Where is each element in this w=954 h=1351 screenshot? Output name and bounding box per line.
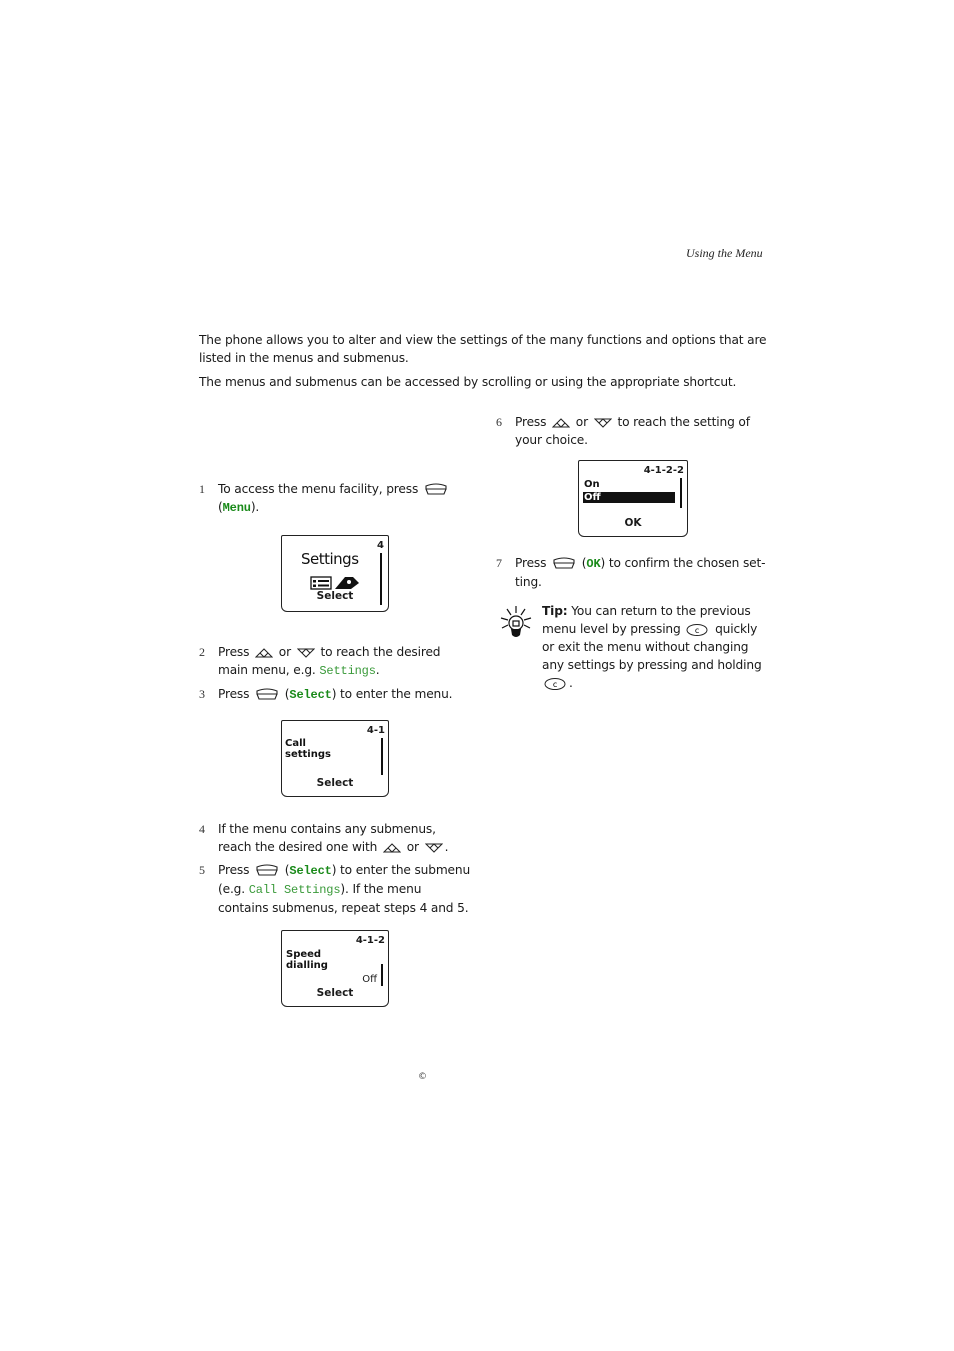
- menu-path: 4-1-2: [355, 935, 385, 946]
- intro-paragraph-1: The phone allows you to alter and view t…: [199, 333, 767, 365]
- running-head: Using the Menu: [686, 246, 763, 260]
- phone-screen-settings: Settings 4 Select: [281, 535, 389, 612]
- step-1: 1 To access the menu facility, press (Me…: [199, 480, 459, 517]
- softkey-icon: [256, 864, 278, 876]
- lightbulb-icon: [500, 606, 532, 637]
- select-keyword: Select: [289, 864, 332, 878]
- tip-label: Tip:: [542, 604, 568, 618]
- settings-keyword: Settings: [319, 664, 376, 678]
- softkey-label: OK: [624, 517, 642, 529]
- settings-icon: [310, 576, 359, 590]
- menu-path: 4-1: [366, 725, 385, 736]
- step-2: 2 Press or to reach the desired main men…: [199, 645, 441, 678]
- step-4: 4 If the menu contains any submenus, rea…: [199, 822, 449, 854]
- screen-line-2: dialling: [286, 960, 328, 971]
- menu-keyword: Menu: [222, 501, 251, 515]
- step-number: 1: [199, 482, 205, 496]
- screen-title: Settings: [301, 550, 359, 568]
- scroll-down-icon: [297, 648, 315, 658]
- screen-line-1: Call: [285, 738, 306, 749]
- phone-screen-on-off: On Off 4-1-2-2 OK: [578, 460, 688, 537]
- menu-path: 4-1-2-2: [643, 465, 684, 476]
- tip-note: Tip: You can return to the previous menu…: [542, 604, 762, 690]
- screen-line-2: settings: [285, 749, 331, 760]
- select-keyword: Select: [289, 688, 332, 702]
- intro-paragraph-2: The menus and submenus can be accessed b…: [199, 375, 737, 389]
- softkey-label: Select: [316, 777, 354, 789]
- step-6: 6 Press or to reach the setting of your …: [496, 415, 750, 447]
- menu-path: 4: [377, 540, 384, 551]
- scroll-bar: [680, 478, 682, 508]
- step-5: 5 Press (Select) to enter the submenu (e…: [199, 863, 471, 915]
- scroll-bar: [381, 964, 383, 986]
- scroll-bar: [381, 738, 383, 775]
- scroll-up-icon: [255, 648, 273, 658]
- softkey-label: Select: [316, 590, 354, 602]
- scroll-up-icon: [552, 418, 570, 428]
- scroll-up-icon: [383, 843, 401, 853]
- scroll-down-icon: [425, 843, 443, 853]
- scroll-bar: [380, 553, 382, 605]
- softkey-icon: [553, 557, 575, 569]
- option-on: On: [584, 479, 600, 490]
- screen-line-1: Speed: [286, 949, 322, 960]
- setting-value: Off: [362, 974, 377, 985]
- ok-keyword: OK: [586, 557, 601, 571]
- scroll-down-icon: [594, 418, 612, 428]
- softkey-label: Select: [316, 987, 354, 999]
- copyright-mark: ©: [418, 1072, 427, 1082]
- step-7: 7 Press (OK) to confirm the chosen set-t…: [496, 556, 766, 589]
- softkey-icon: [425, 483, 447, 495]
- step-3: 3 Press (Select) to enter the menu.: [199, 687, 453, 702]
- call-settings-keyword: Call Settings: [248, 883, 341, 897]
- clear-key-icon: [686, 624, 708, 636]
- softkey-icon: [256, 688, 278, 700]
- clear-key-icon: [544, 678, 566, 690]
- phone-screen-call-settings: Call settings 4-1 Select: [281, 720, 389, 797]
- phone-screen-speed-dialling: Speed dialling 4-1-2 Off Select: [281, 930, 389, 1007]
- selected-option-highlight: Off: [583, 492, 675, 503]
- option-off: Off: [584, 492, 601, 503]
